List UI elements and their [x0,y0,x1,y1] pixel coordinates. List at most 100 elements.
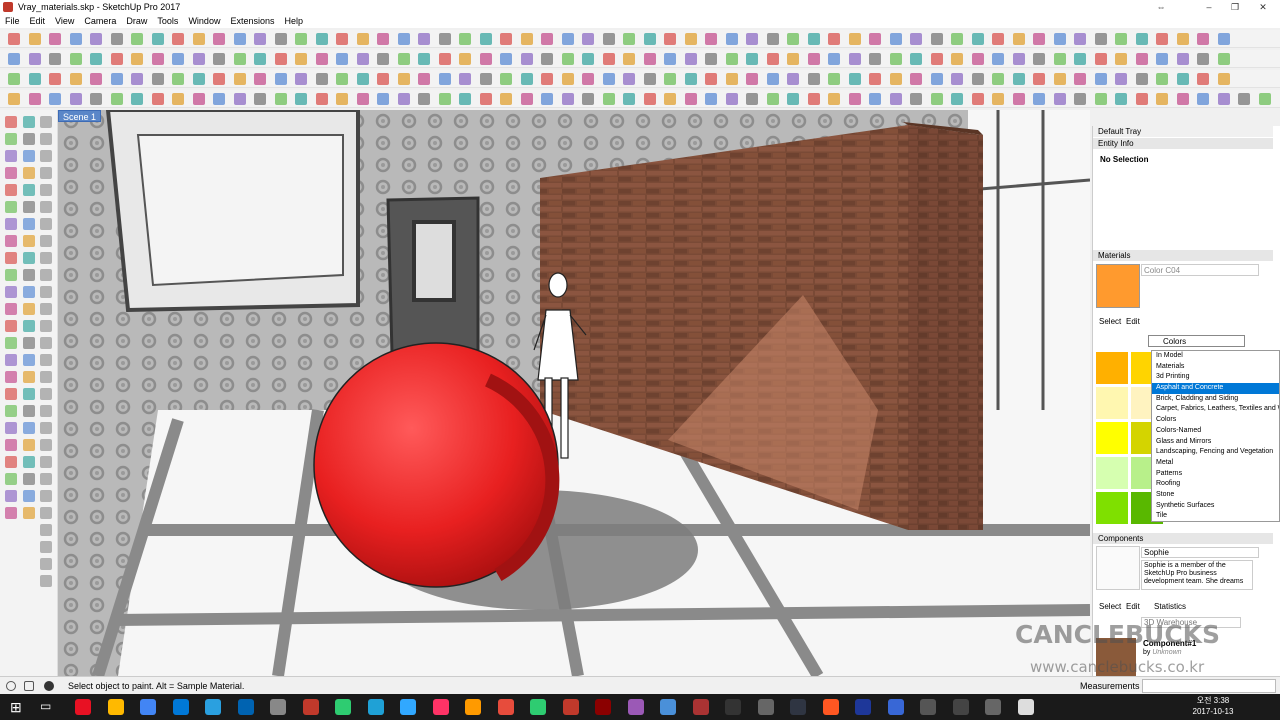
toolbar-tool-icon[interactable] [1053,73,1066,85]
drawing-tool-icon[interactable] [5,201,17,213]
toolbar-tool-icon[interactable] [520,53,533,65]
taskbar-app-icon[interactable] [757,699,774,715]
toolbar-tool-icon[interactable] [520,73,533,85]
components-header[interactable]: Components [1093,533,1273,544]
toolbar-tool-icon[interactable] [1074,33,1086,45]
drawing-tool-icon[interactable] [40,456,52,468]
drawing-tool-icon[interactable] [5,150,17,162]
toolbar-tool-icon[interactable] [459,93,471,105]
toolbar-tool-icon[interactable] [848,53,861,65]
toolbar-tool-icon[interactable] [746,53,758,65]
toolbar-tool-icon[interactable] [131,33,143,45]
toolbar-tool-icon[interactable] [664,93,676,105]
toolbar-tool-icon[interactable] [49,73,61,85]
drawing-tool-icon[interactable] [23,354,35,366]
taskbar-app-icon[interactable] [302,699,319,715]
toolbar-tool-icon[interactable] [561,53,574,65]
dropdown-option[interactable]: Landscaping, Fencing and Vegetation [1152,447,1279,458]
toolbar-tool-icon[interactable] [869,33,881,45]
toolbar-tool-icon[interactable] [274,73,287,85]
toolbar-tool-icon[interactable] [910,73,922,85]
taskbar-app-icon[interactable] [952,699,969,715]
drawing-tool-icon[interactable] [40,354,52,366]
drawing-tool-icon[interactable] [23,184,35,196]
toolbar-tool-icon[interactable] [889,33,902,45]
drawing-tool-icon[interactable] [23,422,35,434]
toolbar-tool-icon[interactable] [397,33,410,45]
toolbar-tool-icon[interactable] [746,73,758,85]
toolbar-tool-icon[interactable] [1012,33,1025,45]
drawing-tool-icon[interactable] [40,286,52,298]
drawing-tool-icon[interactable] [23,133,35,145]
toolbar-tool-icon[interactable] [336,93,348,105]
toolbar-tool-icon[interactable] [1012,93,1025,105]
toolbar-tool-icon[interactable] [233,33,246,45]
toolbar-tool-icon[interactable] [705,93,717,105]
toolbar-tool-icon[interactable] [377,53,389,65]
minimize-button[interactable]: – [1196,0,1222,14]
toolbar-tool-icon[interactable] [69,33,82,45]
drawing-tool-icon[interactable] [40,473,52,485]
drawing-tool-icon[interactable] [23,456,35,468]
dropdown-option[interactable]: Materials [1152,362,1279,373]
drawing-tool-icon[interactable] [5,507,17,519]
menu-camera[interactable]: Camera [79,14,121,28]
toolbar-tool-icon[interactable] [274,33,287,45]
drawing-tool-icon[interactable] [40,507,52,519]
toolbar-tool-icon[interactable] [356,53,369,65]
toolbar-tool-icon[interactable] [110,53,123,65]
taskbar-app-icon[interactable] [237,699,254,715]
toolbar-tool-icon[interactable] [356,33,369,45]
toolbar-tool-icon[interactable] [520,93,533,105]
menu-view[interactable]: View [50,14,79,28]
toolbar-tool-icon[interactable] [356,93,369,105]
dropdown-option[interactable]: In Model [1152,351,1279,362]
taskbar-app-icon[interactable] [432,699,449,715]
drawing-tool-icon[interactable] [40,269,52,281]
toolbar-tool-icon[interactable] [131,93,143,105]
toolbar-tool-icon[interactable] [110,93,123,105]
toolbar-tool-icon[interactable] [90,53,102,65]
toolbar-tool-icon[interactable] [971,73,984,85]
toolbar-tool-icon[interactable] [1176,33,1189,45]
taskbar-app-icon[interactable] [140,699,156,715]
toolbar-tool-icon[interactable] [1217,33,1230,45]
drawing-tool-icon[interactable] [23,286,35,298]
toolbar-tool-icon[interactable] [274,53,287,65]
toolbar-tool-icon[interactable] [1176,93,1189,105]
toolbar-tool-icon[interactable] [1115,53,1127,65]
restore-arrows-icon[interactable]: ⇔ [1148,0,1174,14]
toolbar-tool-icon[interactable] [1135,73,1148,85]
toolbar-tool-icon[interactable] [992,93,1004,105]
toolbar-tool-icon[interactable] [438,73,451,85]
toolbar-tool-icon[interactable] [930,33,943,45]
entity-info-header[interactable]: Entity Info [1093,138,1273,149]
toolbar-tool-icon[interactable] [69,93,82,105]
toolbar-tool-icon[interactable] [418,93,430,105]
menu-help[interactable]: Help [279,14,308,28]
toolbar-tool-icon[interactable] [807,53,820,65]
toolbar-tool-icon[interactable] [951,93,963,105]
drawing-tool-icon[interactable] [5,473,17,485]
toolbar-tool-icon[interactable] [725,93,738,105]
toolbar-tool-icon[interactable] [971,93,984,105]
toolbar-tool-icon[interactable] [1135,33,1148,45]
menu-edit[interactable]: Edit [25,14,51,28]
toolbar-tool-icon[interactable] [602,53,615,65]
toolbar-tool-icon[interactable] [910,93,922,105]
toolbar-tool-icon[interactable] [869,53,881,65]
drawing-tool-icon[interactable] [40,201,52,213]
toolbar-tool-icon[interactable] [541,73,553,85]
toolbar-tool-icon[interactable] [131,53,143,65]
toolbar-tool-icon[interactable] [1135,93,1148,105]
toolbar-tool-icon[interactable] [623,33,635,45]
taskbar-app-icon[interactable] [985,699,1001,715]
taskbar-app-icon[interactable] [400,699,416,715]
toolbar-tool-icon[interactable] [233,73,246,85]
dropdown-option[interactable]: Brick, Cladding and Siding [1152,394,1279,405]
scene-tab[interactable]: Scene 1 [58,110,102,122]
toolbar-tool-icon[interactable] [500,73,512,85]
dropdown-option[interactable]: Synthetic Surfaces [1152,501,1279,512]
toolbar-tool-icon[interactable] [705,33,717,45]
toolbar-tool-icon[interactable] [49,53,61,65]
